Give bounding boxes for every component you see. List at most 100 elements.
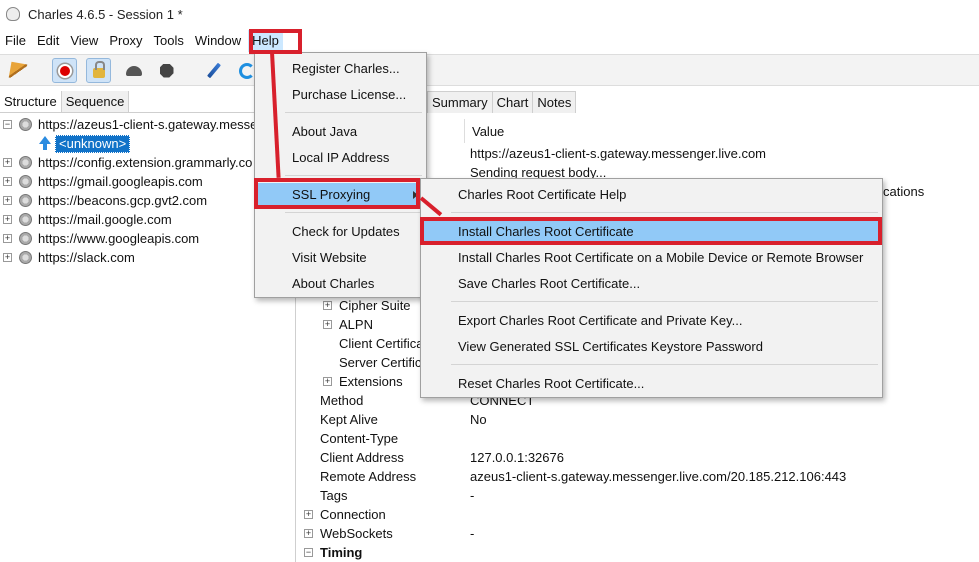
menu-root-certificate-help[interactable]: Charles Root Certificate Help bbox=[421, 183, 882, 207]
property-name: Method bbox=[320, 393, 364, 408]
menu-about-charles[interactable]: About Charles bbox=[255, 272, 426, 296]
property-row[interactable]: Remote Address azeus1-client-s.gateway.m… bbox=[297, 467, 979, 486]
menu-entry-label: Purchase License... bbox=[292, 87, 407, 102]
breakpoints-button[interactable] bbox=[154, 58, 179, 83]
value-column-header[interactable]: Value bbox=[472, 121, 504, 143]
globe-icon bbox=[19, 175, 32, 188]
menu-check-for-updates[interactable]: Check for Updates bbox=[255, 220, 426, 244]
menu-edit[interactable]: Edit bbox=[33, 30, 63, 52]
menu-separator bbox=[285, 112, 422, 113]
collapse-icon[interactable]: − bbox=[304, 548, 313, 557]
menu-reset-root-certificate[interactable]: Reset Charles Root Certificate... bbox=[421, 372, 882, 396]
tree-row-selected[interactable]: <unknown> bbox=[0, 134, 295, 153]
menu-window[interactable]: Window bbox=[191, 30, 245, 52]
expand-icon[interactable]: + bbox=[323, 320, 332, 329]
menu-separator bbox=[451, 301, 878, 302]
tree-row[interactable]: + https://beacons.gcp.gvt2.com bbox=[0, 191, 295, 210]
menu-view-keystore-password[interactable]: View Generated SSL Certificates Keystore… bbox=[421, 335, 882, 359]
menu-bar: File Edit View Proxy Tools Window Help bbox=[0, 30, 979, 52]
property-value: cations bbox=[883, 184, 925, 199]
structure-pane: Structure Sequence − https://azeus1-clie… bbox=[0, 91, 296, 562]
tab-sequence[interactable]: Sequence bbox=[61, 91, 130, 112]
property-name: Connection bbox=[320, 507, 386, 522]
tree-row[interactable]: + https://gmail.googleapis.com bbox=[0, 172, 295, 191]
expand-icon[interactable]: + bbox=[3, 234, 12, 243]
compose-button[interactable] bbox=[201, 58, 226, 83]
collapse-icon[interactable]: − bbox=[3, 120, 12, 129]
property-row[interactable]: Kept Alive No bbox=[297, 410, 979, 429]
expand-icon[interactable]: + bbox=[304, 510, 313, 519]
property-row[interactable]: + Connection bbox=[297, 505, 979, 524]
expand-icon[interactable]: + bbox=[3, 158, 12, 167]
tree-row-label: https://azeus1-client-s.gateway.messe bbox=[38, 117, 258, 132]
property-row[interactable]: Client Address 127.0.0.1:32676 bbox=[297, 448, 979, 467]
tab-structure[interactable]: Structure bbox=[0, 91, 62, 112]
property-name: Extensions bbox=[339, 374, 403, 389]
property-row[interactable]: + WebSockets - bbox=[297, 524, 979, 543]
property-name: Cipher Suite bbox=[339, 298, 411, 313]
property-name: Remote Address bbox=[320, 469, 417, 484]
menu-view[interactable]: View bbox=[66, 30, 102, 52]
annotation-ssl-proxying-box bbox=[254, 178, 420, 209]
menu-entry-label: About Java bbox=[292, 124, 358, 139]
expand-icon[interactable]: + bbox=[3, 253, 12, 262]
expand-icon[interactable]: + bbox=[323, 301, 332, 310]
property-value: No bbox=[470, 412, 487, 427]
menu-entry-label: Charles Root Certificate Help bbox=[458, 187, 627, 202]
menu-entry-label: About Charles bbox=[292, 276, 375, 291]
tree-row[interactable]: + https://mail.google.com bbox=[0, 210, 295, 229]
clear-session-button[interactable] bbox=[5, 58, 30, 83]
record-button[interactable] bbox=[52, 58, 77, 83]
expand-icon[interactable]: + bbox=[3, 215, 12, 224]
property-value: - bbox=[470, 488, 475, 503]
ssl-proxying-button[interactable] bbox=[86, 58, 111, 83]
globe-icon bbox=[19, 156, 32, 169]
tab-summary[interactable]: Summary bbox=[427, 91, 493, 113]
menu-register-charles[interactable]: Register Charles... bbox=[255, 57, 426, 81]
expand-icon[interactable]: + bbox=[3, 177, 12, 186]
menu-entry-label: Register Charles... bbox=[292, 61, 400, 76]
menu-entry-label: Check for Updates bbox=[292, 224, 400, 239]
pen-icon bbox=[206, 62, 221, 79]
expand-icon[interactable]: + bbox=[323, 377, 332, 386]
property-row[interactable]: Content-Type bbox=[297, 429, 979, 448]
property-row[interactable]: − Timing bbox=[297, 543, 979, 562]
tab-notes[interactable]: Notes bbox=[532, 91, 577, 113]
property-name: ALPN bbox=[339, 317, 373, 332]
tree-row[interactable]: − https://azeus1-client-s.gateway.messe bbox=[0, 115, 295, 134]
tree-row[interactable]: + https://www.googleapis.com bbox=[0, 229, 295, 248]
column-divider[interactable] bbox=[464, 119, 465, 143]
menu-install-root-certificate-mobile[interactable]: Install Charles Root Certificate on a Mo… bbox=[421, 246, 882, 270]
menu-entry-label: View Generated SSL Certificates Keystore… bbox=[458, 339, 763, 354]
record-icon bbox=[57, 63, 72, 78]
charles-app-icon bbox=[6, 7, 20, 21]
window-title: Charles 4.6.5 - Session 1 * bbox=[28, 6, 183, 22]
property-name: Content-Type bbox=[320, 431, 399, 446]
menu-export-root-certificate[interactable]: Export Charles Root Certificate and Priv… bbox=[421, 309, 882, 333]
menu-entry-label: Save Charles Root Certificate... bbox=[458, 276, 641, 291]
menu-separator bbox=[451, 212, 878, 213]
menu-tools[interactable]: Tools bbox=[150, 30, 188, 52]
tab-chart[interactable]: Chart bbox=[491, 91, 534, 113]
menu-entry-label: Reset Charles Root Certificate... bbox=[458, 376, 645, 391]
menu-proxy[interactable]: Proxy bbox=[105, 30, 146, 52]
host-tree: − https://azeus1-client-s.gateway.messe … bbox=[0, 115, 295, 267]
expand-icon[interactable]: + bbox=[3, 196, 12, 205]
menu-visit-website[interactable]: Visit Website bbox=[255, 246, 426, 270]
title-bar: Charles 4.6.5 - Session 1 * bbox=[0, 0, 979, 28]
property-row[interactable]: Tags - bbox=[297, 486, 979, 505]
throttle-button[interactable] bbox=[121, 58, 146, 83]
tree-row-label: <unknown> bbox=[55, 135, 131, 153]
menu-about-java[interactable]: About Java bbox=[255, 120, 426, 144]
menu-file[interactable]: File bbox=[1, 30, 30, 52]
tree-row[interactable]: + https://config.extension.grammarly.co bbox=[0, 153, 295, 172]
menu-separator bbox=[285, 212, 422, 213]
tree-row[interactable]: + https://slack.com bbox=[0, 248, 295, 267]
menu-separator bbox=[285, 175, 422, 176]
menu-purchase-license[interactable]: Purchase License... bbox=[255, 83, 426, 107]
menu-save-root-certificate[interactable]: Save Charles Root Certificate... bbox=[421, 272, 882, 296]
upload-arrow-icon bbox=[39, 136, 51, 150]
expand-icon[interactable]: + bbox=[304, 529, 313, 538]
menu-local-ip-address[interactable]: Local IP Address bbox=[255, 146, 426, 170]
menu-entry-label: Local IP Address bbox=[292, 150, 390, 165]
